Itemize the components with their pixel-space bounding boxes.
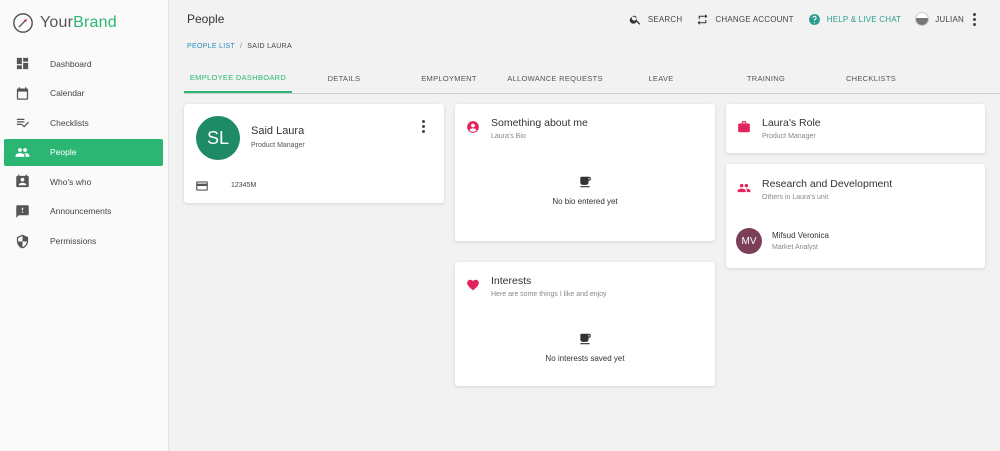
member-name: Mifsud Veronica xyxy=(772,231,829,240)
more-options-icon[interactable] xyxy=(972,12,976,27)
coffee-icon xyxy=(578,175,592,189)
about-title: Something about me xyxy=(491,117,588,129)
about-card: Something about me Laura's Bio No bio en… xyxy=(455,104,715,241)
id-card-icon xyxy=(195,179,209,193)
dashboard-icon xyxy=(14,56,30,72)
sidebar-item-label: Announcements xyxy=(50,206,112,217)
announcement-icon xyxy=(14,203,30,219)
change-account-button[interactable]: CHANGE ACCOUNT xyxy=(696,13,794,26)
tab-allowance-requests[interactable]: ALLOWANCE REQUESTS xyxy=(502,64,608,93)
tab-leave[interactable]: LEAVE xyxy=(630,64,692,93)
about-empty-text: No bio entered yet xyxy=(552,197,618,206)
coffee-icon xyxy=(578,332,592,346)
sidebar-item-people[interactable]: People xyxy=(4,138,163,166)
about-subtitle: Laura's Bio xyxy=(491,133,526,140)
sidebar-item-announcements[interactable]: Announcements xyxy=(4,198,163,225)
sidebar: YourBrand Dashboard Calendar Checklists … xyxy=(0,0,169,451)
breadcrumb-current: SAID LAURA xyxy=(247,43,292,50)
calendar-icon xyxy=(14,85,30,101)
role-subtitle: Product Manager xyxy=(762,133,816,140)
interests-card: Interests Here are some things I like an… xyxy=(455,262,715,386)
interests-empty-text: No interests saved yet xyxy=(545,354,625,363)
unit-subtitle: Others in Laura's unit xyxy=(762,194,829,201)
tab-employee-dashboard[interactable]: EMPLOYEE DASHBOARD xyxy=(184,64,292,93)
shield-icon xyxy=(14,233,30,249)
tab-employment[interactable]: EMPLOYMENT xyxy=(410,64,488,93)
sidebar-item-dashboard[interactable]: Dashboard xyxy=(4,50,163,77)
change-account-label: CHANGE ACCOUNT xyxy=(715,14,794,24)
breadcrumb-people-list[interactable]: PEOPLE LIST xyxy=(187,43,235,50)
tab-details[interactable]: DETAILS xyxy=(308,64,380,93)
sidebar-item-label: Permissions xyxy=(50,236,97,247)
sidebar-item-label: Checklists xyxy=(50,117,89,128)
sidebar-item-permissions[interactable]: Permissions xyxy=(4,228,163,255)
avatar: MV xyxy=(736,228,762,254)
breadcrumb-separator: / xyxy=(240,43,243,50)
interests-title: Interests xyxy=(491,275,532,287)
sidebar-item-checklists[interactable]: Checklists xyxy=(4,109,163,136)
tab-checklists[interactable]: CHECKLISTS xyxy=(830,64,912,93)
help-chat-label: HELP & LIVE CHAT xyxy=(826,14,902,24)
sidebar-item-label: Who's who xyxy=(50,176,92,187)
role-title: Laura's Role xyxy=(762,117,821,129)
help-chat-button[interactable]: HELP & LIVE CHAT xyxy=(808,13,902,26)
tab-bar: EMPLOYEE DASHBOARD DETAILS EMPLOYMENT AL… xyxy=(184,64,1000,94)
help-icon xyxy=(808,13,820,25)
user-name: JULIAN xyxy=(935,14,964,24)
contact-card-icon xyxy=(14,174,30,190)
sidebar-nav: Dashboard Calendar Checklists People Who… xyxy=(4,50,163,257)
search-button[interactable]: SEARCH xyxy=(629,13,683,26)
people-icon xyxy=(14,144,30,160)
group-icon xyxy=(737,181,751,195)
unit-title: Research and Development xyxy=(762,178,893,190)
profile-more-icon[interactable] xyxy=(421,119,425,134)
user-menu[interactable]: JULIAN xyxy=(915,12,964,26)
sidebar-item-label: People xyxy=(50,147,77,158)
sidebar-item-label: Calendar xyxy=(50,88,85,99)
brand-logo[interactable]: YourBrand xyxy=(12,12,117,34)
profile-role: Product Manager xyxy=(251,142,305,149)
sidebar-item-whos-who[interactable]: Who's who xyxy=(4,168,163,195)
tab-training[interactable]: TRAINING xyxy=(728,64,804,93)
heart-icon xyxy=(466,278,480,292)
account-icon xyxy=(466,120,480,134)
top-toolbar: SEARCH CHANGE ACCOUNT HELP & LIVE CHAT J… xyxy=(615,11,976,27)
breadcrumb: PEOPLE LIST / SAID LAURA xyxy=(187,43,292,50)
brand-name: YourBrand xyxy=(40,14,117,31)
avatar xyxy=(915,12,930,26)
role-card: Laura's Role Product Manager xyxy=(726,104,985,153)
profile-card: SL Said Laura Product Manager 12345M xyxy=(184,104,444,203)
briefcase-icon xyxy=(737,120,751,134)
member-role: Market Analyst xyxy=(772,244,818,251)
sidebar-item-label: Dashboard xyxy=(50,58,92,69)
sidebar-item-calendar[interactable]: Calendar xyxy=(4,80,163,107)
unit-card: Research and Development Others in Laura… xyxy=(726,164,985,268)
rocket-icon xyxy=(13,13,33,33)
search-icon xyxy=(629,15,641,25)
interests-subtitle: Here are some things I like and enjoy xyxy=(491,291,607,298)
page-title: People xyxy=(187,12,225,26)
profile-id-number: 12345M xyxy=(231,182,257,189)
checklist-icon xyxy=(14,115,30,131)
swap-icon xyxy=(697,13,708,25)
avatar: SL xyxy=(196,116,240,160)
search-label: SEARCH xyxy=(647,14,683,24)
profile-name: Said Laura xyxy=(251,125,305,137)
